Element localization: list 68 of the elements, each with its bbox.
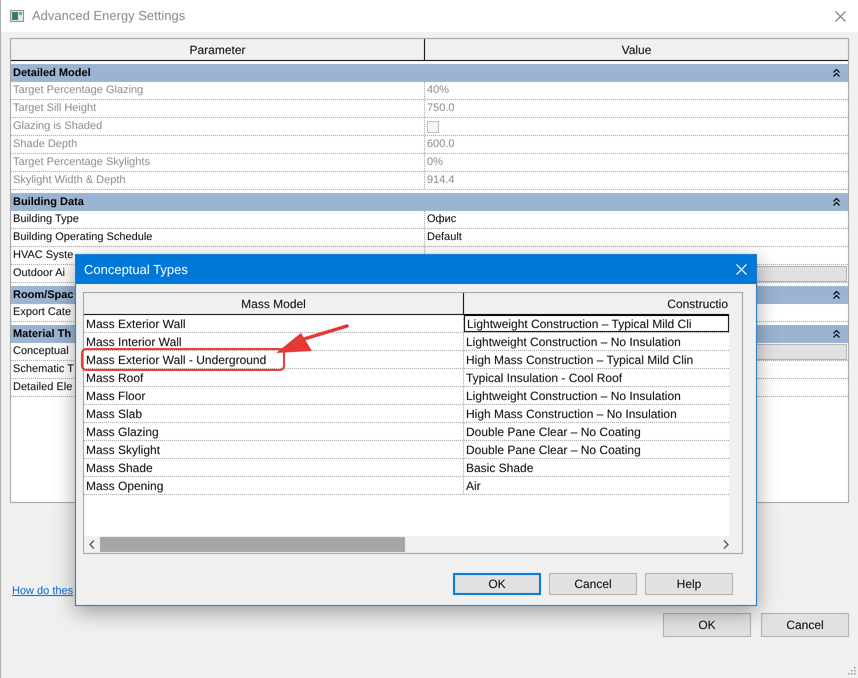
mass-model-name: Mass Exterior Wall	[86, 318, 186, 330]
mass-model-name: Mass Floor	[86, 390, 146, 402]
parameter-label: Outdoor Ai	[13, 266, 65, 282]
parameter-label: Building Type	[13, 212, 79, 228]
mass-model-name: Mass Skylight	[86, 444, 160, 456]
mass-model-name: Mass Opening	[86, 480, 164, 492]
parameter-value: 600.0	[427, 137, 455, 152]
parameter-label: Glazing is Shaded	[13, 119, 102, 134]
horizontal-scrollbar[interactable]	[84, 536, 742, 553]
parameter-label: Target Sill Height	[13, 101, 96, 116]
parameter-label: Export Cate	[13, 305, 72, 320]
construction-cell[interactable]: Basic Shade	[464, 459, 729, 476]
section-title: Room/Spac	[13, 288, 74, 303]
dialog-button[interactable]: OK	[663, 613, 751, 637]
construction-cell[interactable]: Lightweight Construction – No Insulation	[464, 333, 729, 350]
construction-cell[interactable]: Lightweight Construction – Typical Mild Cli	[464, 315, 729, 332]
mass-model-name: Mass Slab	[86, 408, 142, 420]
construction-cell[interactable]: Double Pane Clear – No Coating	[464, 423, 729, 440]
parameter-value: Офис	[427, 212, 456, 228]
parameter-label: Target Percentage Skylights	[13, 155, 150, 170]
column-header[interactable]: Value	[425, 39, 848, 60]
construction-cell[interactable]: High Mass Construction – Typical Mild Clin	[464, 351, 729, 368]
column-header[interactable]: Mass Model	[241, 294, 306, 312]
close-icon[interactable]	[835, 10, 846, 22]
app-icon	[10, 10, 24, 22]
parameter-label: Building Operating Schedule	[13, 230, 152, 246]
column-header[interactable]: Constructio	[667, 294, 728, 312]
collapse-icon[interactable]	[833, 330, 840, 338]
help-link[interactable]: How do thes	[12, 585, 74, 597]
mass-model-name: Mass Glazing	[86, 426, 159, 438]
parameter-label: Detailed Ele	[13, 380, 72, 396]
window-title: Advanced Energy Settings	[32, 7, 186, 26]
parameter-label: Shade Depth	[13, 137, 78, 152]
construction-cell[interactable]: High Mass Construction – No Insulation	[464, 405, 729, 422]
scrollbar-thumb[interactable]	[100, 537, 405, 552]
parameter-label: Skylight Width & Depth	[13, 173, 126, 188]
collapse-icon[interactable]	[833, 198, 840, 206]
scroll-right-icon[interactable]	[723, 540, 729, 549]
resize-grip-icon[interactable]	[847, 666, 856, 675]
dialog-button[interactable]: Cancel	[761, 613, 849, 637]
mass-model-name: Mass Roof	[86, 372, 144, 384]
section-title: Building Data	[13, 194, 84, 210]
mass-model-name: Mass Interior Wall	[86, 336, 182, 348]
dialog-button[interactable]: Help	[645, 573, 733, 595]
parameter-label: Conceptual	[13, 344, 69, 360]
dialog-button[interactable]: Cancel	[549, 573, 637, 595]
parameter-value: Default	[427, 230, 462, 246]
construction-cell[interactable]: Double Pane Clear – No Coating	[464, 441, 729, 458]
parameter-value: 750.0	[427, 101, 455, 116]
mass-model-name: Mass Exterior Wall - Underground	[86, 354, 266, 366]
parameter-label: HVAC Syste	[13, 248, 74, 264]
construction-cell[interactable]: Lightweight Construction – No Insulation	[464, 387, 729, 404]
column-header[interactable]: Parameter	[11, 39, 425, 60]
parameter-label: Target Percentage Glazing	[13, 83, 144, 98]
dialog-title: Conceptual Types	[84, 260, 188, 279]
collapse-icon[interactable]	[833, 291, 840, 299]
parameter-label: Schematic T	[13, 362, 74, 378]
construction-cell[interactable]: Typical Insulation - Cool Roof	[464, 369, 729, 386]
section-title: Material Th	[13, 326, 72, 342]
dialog-button[interactable]: OK	[453, 573, 541, 595]
construction-cell[interactable]: Air	[464, 477, 729, 494]
parameter-value: 0%	[427, 155, 443, 170]
scroll-left-icon[interactable]	[89, 540, 95, 549]
collapse-icon[interactable]	[833, 69, 840, 77]
parameter-value: 40%	[427, 83, 450, 98]
parameter-value: 914.4	[427, 173, 455, 188]
mass-model-name: Mass Shade	[86, 462, 153, 474]
section-title: Detailed Model	[13, 66, 91, 81]
